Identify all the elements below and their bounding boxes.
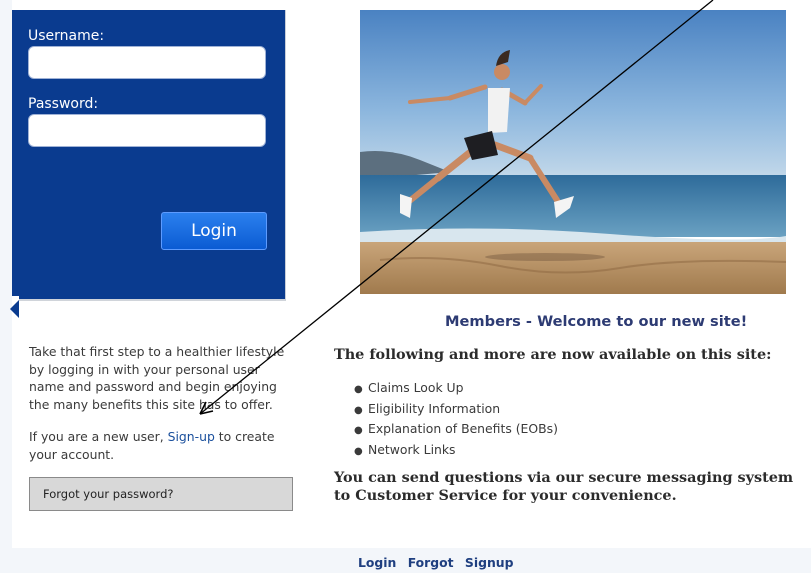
features-subheading: The following and more are now available… (334, 346, 772, 363)
password-input[interactable] (28, 114, 266, 147)
new-user-prefix: If you are a new user, (29, 429, 168, 444)
list-item: ● Network Links (354, 440, 558, 461)
signup-link[interactable]: Sign-up (168, 429, 215, 444)
feature-label: Claims Look Up (368, 380, 464, 395)
login-button[interactable]: Login (161, 212, 267, 250)
bullet-icon: ● (354, 425, 363, 437)
bullet-icon: ● (354, 404, 363, 416)
members-heading: Members - Welcome to our new site! (445, 313, 748, 330)
password-label: Password: (28, 96, 99, 112)
intro-text: Take that first step to a healthier life… (29, 344, 285, 412)
footer-login-link[interactable]: Login (358, 555, 396, 570)
forgot-password-button[interactable]: Forgot your password? (29, 477, 293, 511)
bullet-icon: ● (354, 446, 363, 458)
feature-label: Explanation of Benefits (EOBs) (368, 421, 558, 437)
panel-notch (10, 300, 19, 318)
login-panel-edge (12, 10, 19, 296)
username-label: Username: (28, 28, 105, 44)
closing-text: You can send questions via our secure me… (334, 469, 794, 504)
list-item: ● Explanation of Benefits (EOBs) (354, 419, 558, 440)
feature-label: Network Links (368, 442, 456, 458)
list-item: ● Eligibility Information (354, 399, 558, 420)
hero-photo (360, 10, 786, 294)
footer-links: Login Forgot Signup (358, 555, 520, 570)
new-user-text: If you are a new user, Sign-up to create… (29, 428, 297, 463)
feature-list: ● Claims Look Up ● Eligibility Information… (354, 378, 558, 461)
list-item: ● Claims Look Up (354, 378, 558, 399)
bullet-icon: ● (354, 384, 363, 395)
footer-forgot-link[interactable]: Forgot (408, 555, 454, 570)
footer-signup-link[interactable]: Signup (465, 555, 514, 570)
feature-label: Eligibility Information (368, 400, 501, 416)
username-input[interactable] (28, 46, 266, 79)
beach-runner-image (360, 10, 786, 294)
